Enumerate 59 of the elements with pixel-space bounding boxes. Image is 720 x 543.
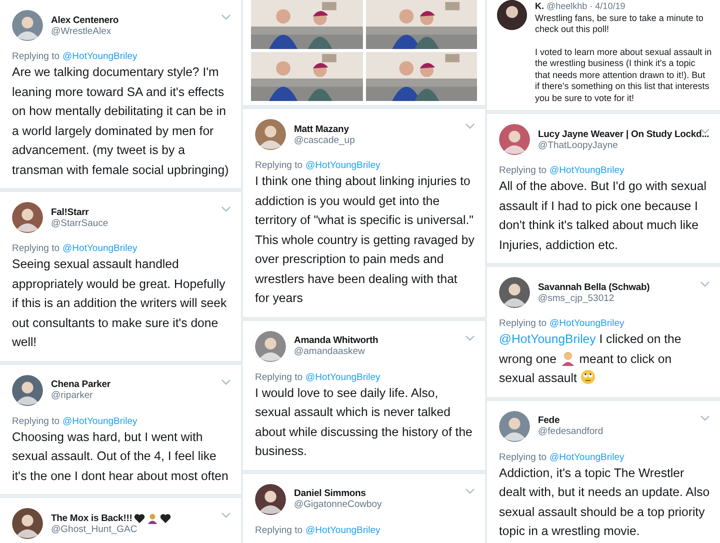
avatar[interactable] [255, 484, 286, 514]
avatar[interactable] [12, 508, 43, 539]
user-name[interactable]: The Mox is Back!!! [51, 512, 132, 524]
tweet-text: I think one thing about linking injuries to addiction is you would get into the territory of "what is specific is universal." This whole country is getting ravaged by over prescription to pain meds and wrestlers have been dealing with that for years [255, 173, 475, 307]
user-name[interactable]: Fal!Starr [51, 206, 89, 218]
user-handle[interactable]: @StarrSauce [51, 218, 213, 228]
user-name[interactable]: Lucy Jayne Weaver | On Study Lockd... [538, 128, 710, 140]
user-handle[interactable]: @riparker [51, 390, 213, 401]
mention-link[interactable]: @HotYoungBriley [306, 524, 380, 536]
user-handle[interactable]: @Ghost_Hunt_GAC [51, 524, 213, 534]
tweet-text: Seeing sexual assault handled appropriately would be great. Hopefully if this is an addition the writers will seek out consultants to make sure it's done well! [12, 256, 228, 351]
mention-link[interactable]: @HotYoungBriley [550, 452, 624, 462]
mention-link[interactable]: @HotYoungBriley [306, 160, 380, 171]
tweet-text: Addiction, it's a topic The Wrestler dealt with, but it needs an update. Also sexual assault should be a top priority topic in a wrestling movie. [499, 464, 710, 540]
person-emoji-icon [560, 350, 576, 366]
tweet-text: @HotYoungBriley I clicked on the wrong one meant to click on sexual assault [499, 331, 682, 387]
user-name[interactable]: Savannah Bella (Schwab) [538, 282, 650, 292]
user-handle[interactable]: @sms_cjp_53012 [538, 292, 692, 304]
user-name[interactable]: Chena Parker [51, 379, 110, 390]
quoted-text: I voted to learn more about sexual assault in the wrestling business (I think it's a topic that needs more attention drawn to it!). But if there's something on this list that interests you be sure to vote for it! [535, 46, 712, 104]
heart-icon [134, 512, 146, 524]
user-name[interactable]: Amanda Whitworth [294, 335, 378, 346]
reply-label: Replying to [12, 51, 60, 62]
reply-label: Replying to [12, 243, 60, 254]
mention-link[interactable]: @HotYoungBriley [62, 243, 138, 254]
mention-link[interactable]: @HotYoungBriley [550, 318, 624, 329]
reply-label: Replying to [255, 524, 303, 536]
tweet-text: Are we talking documentary style? I'm leaning more toward SA and it's effects on how mentally debilitating it can be in a world largely dominated by men for advancement. (my tweet is by a transman with female social upbringing) [12, 64, 230, 178]
mention-link[interactable]: @HotYoungBriley [62, 51, 138, 62]
reply-label: Replying to [12, 416, 60, 426]
reply-label: Replying to [499, 165, 547, 176]
reply-label: Replying to [255, 372, 303, 382]
mention-link[interactable]: @HotYoungBriley [550, 165, 624, 176]
heart-icon [160, 512, 172, 524]
user-handle[interactable]: @ThatLoopyJayne [538, 140, 692, 150]
quoted-text: Wrestling fans, be sure to take a minute to check out this poll! [535, 12, 704, 36]
user-handle[interactable]: @amandaaskew [294, 346, 457, 357]
avatar[interactable] [497, 0, 527, 30]
user-handle[interactable]: @WrestleAlex [51, 26, 213, 36]
person-icon [147, 512, 158, 524]
user-handle[interactable]: @cascade_up [294, 134, 457, 146]
reply-label: Replying to [499, 452, 547, 462]
tweet-text: I would love to see daily life. Also, sexual assault which is never talked about while discussing the history of the business. [255, 384, 474, 460]
user-handle[interactable]: @GigatonneCowboy [294, 499, 457, 510]
tweet-text: All of the above. But I'd go with sexual assault if I had to pick one because I don't think it's talked about much like Injuries, addiction etc. [499, 178, 708, 254]
tweet-text: Choosing was hard, but I went with sexual assault. Out of the 4, I feel like it's the one I dont hear about most often [12, 428, 230, 484]
mention-link[interactable]: @HotYoungBriley [306, 372, 380, 382]
quoted-author[interactable]: K. @heelkhb · 4/10/19 [535, 1, 712, 12]
reply-label: Replying to [499, 318, 547, 329]
avatar[interactable] [499, 277, 530, 308]
user-name[interactable]: Alex Centenero [51, 14, 119, 26]
user-handle[interactable]: @fedesandford [538, 426, 692, 437]
mention-link[interactable]: @HotYoungBriley [62, 416, 138, 426]
user-name[interactable]: Fede [538, 415, 560, 426]
user-name[interactable]: Matt Mazany [294, 124, 349, 134]
user-name[interactable]: Daniel Simmons [294, 488, 366, 499]
chevron-down-icon[interactable] [700, 128, 710, 135]
reply-label: Replying to [255, 160, 303, 171]
face-emoji-icon [580, 369, 596, 385]
